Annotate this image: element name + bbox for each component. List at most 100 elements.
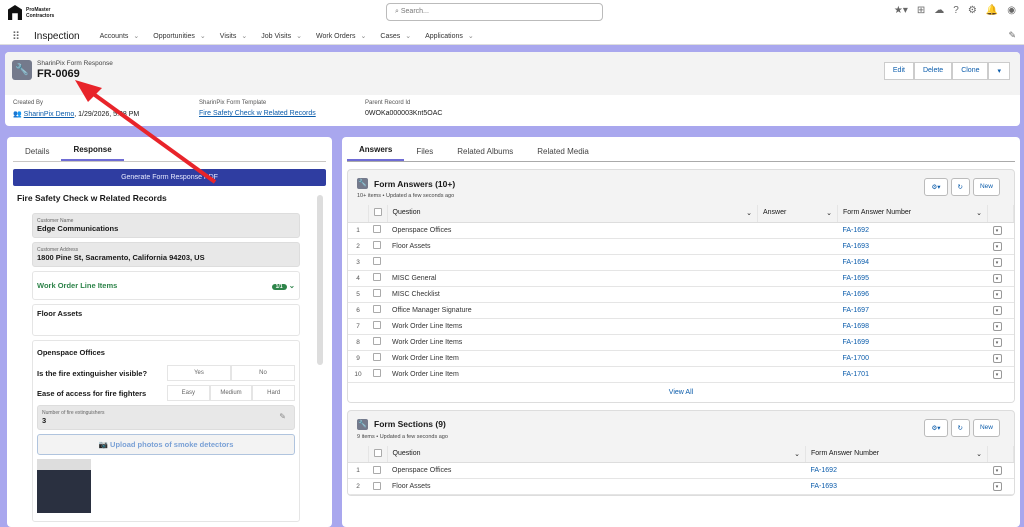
- row-actions-chevron-icon[interactable]: ▾: [992, 321, 1002, 331]
- form-answer-link[interactable]: FA-1694: [837, 254, 988, 271]
- select-all-checkbox[interactable]: [373, 448, 382, 457]
- row-actions-chevron-icon[interactable]: ▾: [992, 257, 1002, 267]
- form-answer-link[interactable]: FA-1692: [837, 222, 988, 239]
- list-settings-gear-icon[interactable]: ⚙▾: [924, 418, 948, 437]
- company-logo[interactable]: ProMaster Contractors: [8, 5, 54, 20]
- tab-files[interactable]: Files: [404, 147, 445, 161]
- option-yes[interactable]: Yes: [167, 365, 231, 381]
- nav-item-accounts[interactable]: Accounts ⌄: [100, 32, 140, 40]
- col-question[interactable]: Question ⌄: [387, 445, 806, 463]
- row-checkbox[interactable]: [373, 257, 381, 265]
- brand-line1: ProMaster: [26, 6, 51, 13]
- form-answer-link[interactable]: FA-1693: [837, 238, 988, 255]
- delete-button[interactable]: Delete: [913, 62, 953, 80]
- answer-cell: [757, 302, 838, 319]
- refresh-icon[interactable]: ↻: [950, 418, 970, 437]
- form-answer-link[interactable]: FA-1693: [805, 478, 988, 495]
- row-checkbox[interactable]: [373, 321, 381, 329]
- row-checkbox[interactable]: [373, 225, 381, 233]
- tab-related-media[interactable]: Related Media: [525, 147, 601, 161]
- new-button[interactable]: New: [972, 178, 1000, 196]
- gear-icon[interactable]: ⚙: [968, 5, 977, 16]
- form-answer-link[interactable]: FA-1700: [837, 350, 988, 367]
- add-icon[interactable]: ⊞: [917, 5, 925, 16]
- col-form-answer-number[interactable]: Form Answer Number ⌄: [805, 445, 988, 463]
- row-checkbox[interactable]: [373, 241, 381, 249]
- refresh-icon[interactable]: ↻: [950, 178, 970, 196]
- form-answer-link[interactable]: FA-1697: [837, 302, 988, 319]
- option-medium[interactable]: Medium: [209, 385, 253, 401]
- row-actions-chevron-icon[interactable]: ▾: [992, 369, 1002, 379]
- row-actions-chevron-icon[interactable]: ▾: [992, 337, 1002, 347]
- view-all-link[interactable]: View All: [348, 382, 1014, 402]
- favorites-star-icon[interactable]: ★▾: [894, 5, 908, 16]
- card-subtitle: 9 items • Updated a few seconds ago: [357, 433, 448, 440]
- row-actions-chevron-icon[interactable]: ▾: [992, 466, 1002, 475]
- nav-item-visits[interactable]: Visits ⌄: [220, 32, 247, 40]
- trailhead-icon[interactable]: ☁: [934, 5, 944, 16]
- answer-cell: [757, 286, 838, 303]
- form-answer-link[interactable]: FA-1692: [805, 462, 988, 479]
- col-answer[interactable]: Answer ⌄: [757, 205, 838, 223]
- row-checkbox[interactable]: [373, 273, 381, 281]
- option-no[interactable]: No: [231, 365, 295, 381]
- template-link[interactable]: Fire Safety Check w Related Records: [199, 110, 329, 117]
- col-form-answer-number[interactable]: Form Answer Number ⌄: [837, 205, 988, 223]
- form-answer-link[interactable]: FA-1695: [837, 270, 988, 287]
- search-input[interactable]: ⌕ Search...: [386, 3, 603, 21]
- answer-cell: [757, 238, 838, 255]
- row-actions-chevron-icon[interactable]: ▾: [992, 353, 1002, 363]
- tab-answers[interactable]: Answers: [347, 145, 405, 161]
- row-checkbox[interactable]: [373, 305, 381, 313]
- nav-item-opportunities[interactable]: Opportunities ⌄: [153, 32, 206, 40]
- form-answer-link[interactable]: FA-1698: [837, 318, 988, 335]
- help-icon[interactable]: ?: [953, 5, 959, 16]
- nav-item-applications[interactable]: Applications ⌄: [425, 32, 474, 40]
- row-actions-chevron-icon[interactable]: ▾: [992, 289, 1002, 299]
- card-title: Form Answers (10+): [374, 178, 456, 189]
- edit-button[interactable]: Edit: [883, 62, 914, 80]
- row-checkbox[interactable]: [373, 369, 381, 377]
- row-checkbox[interactable]: [373, 353, 381, 361]
- form-answer-link[interactable]: FA-1701: [837, 366, 988, 383]
- option-easy[interactable]: Easy: [167, 385, 210, 401]
- created-by-link[interactable]: SharinPix Demo: [24, 111, 75, 118]
- answer-cell: [757, 350, 838, 367]
- row-checkbox[interactable]: [373, 337, 381, 345]
- new-button[interactable]: New: [972, 418, 1000, 437]
- upload-photos-button[interactable]: 📷 Upload photos of smoke detectors: [37, 434, 295, 455]
- select-all-checkbox[interactable]: [373, 208, 382, 217]
- row-actions-chevron-icon[interactable]: ▾: [992, 273, 1002, 283]
- clone-button[interactable]: Clone: [952, 62, 989, 80]
- form-answer-link[interactable]: FA-1696: [837, 286, 988, 303]
- row-checkbox[interactable]: [373, 289, 381, 297]
- form-answer-link[interactable]: FA-1699: [837, 334, 988, 351]
- nav-item-work-orders[interactable]: Work Orders ⌄: [316, 32, 366, 40]
- row-checkbox[interactable]: [373, 465, 381, 474]
- visible-choice: Yes No: [167, 365, 295, 381]
- edit-nav-pencil-icon[interactable]: ✎: [1008, 30, 1016, 41]
- more-actions-chevron-icon[interactable]: ▾: [988, 62, 1010, 80]
- tab-response[interactable]: Response: [61, 145, 124, 161]
- list-settings-gear-icon[interactable]: ⚙▾: [924, 178, 948, 196]
- scrollbar[interactable]: [317, 195, 323, 365]
- row-actions-chevron-icon[interactable]: ▾: [992, 225, 1002, 235]
- extinguisher-count-field[interactable]: Number of fire extinguishers 3 ✎: [37, 405, 295, 430]
- wrench-icon: 🔧: [12, 60, 32, 80]
- tab-details[interactable]: Details: [13, 147, 61, 161]
- row-checkbox[interactable]: [373, 481, 381, 490]
- avatar[interactable]: ◉: [1007, 5, 1016, 16]
- row-actions-chevron-icon[interactable]: ▾: [992, 305, 1002, 315]
- bell-icon[interactable]: 🔔: [986, 5, 998, 16]
- row-actions-chevron-icon[interactable]: ▾: [992, 241, 1002, 251]
- nav-item-cases[interactable]: Cases ⌄: [380, 32, 411, 40]
- app-launcher-icon[interactable]: ⠿: [12, 30, 24, 43]
- nav-item-job-visits[interactable]: Job Visits ⌄: [261, 32, 302, 40]
- generate-pdf-button[interactable]: Generate Form Response PDF: [13, 169, 326, 186]
- col-question[interactable]: Question ⌄: [387, 205, 758, 223]
- tab-related-albums[interactable]: Related Albums: [445, 147, 525, 161]
- work-order-line-items-section[interactable]: Work Order Line Items 1/1 ⌄: [32, 271, 300, 300]
- option-hard[interactable]: Hard: [252, 385, 296, 401]
- photo-thumbnail[interactable]: [37, 459, 91, 513]
- row-actions-chevron-icon[interactable]: ▾: [992, 482, 1002, 491]
